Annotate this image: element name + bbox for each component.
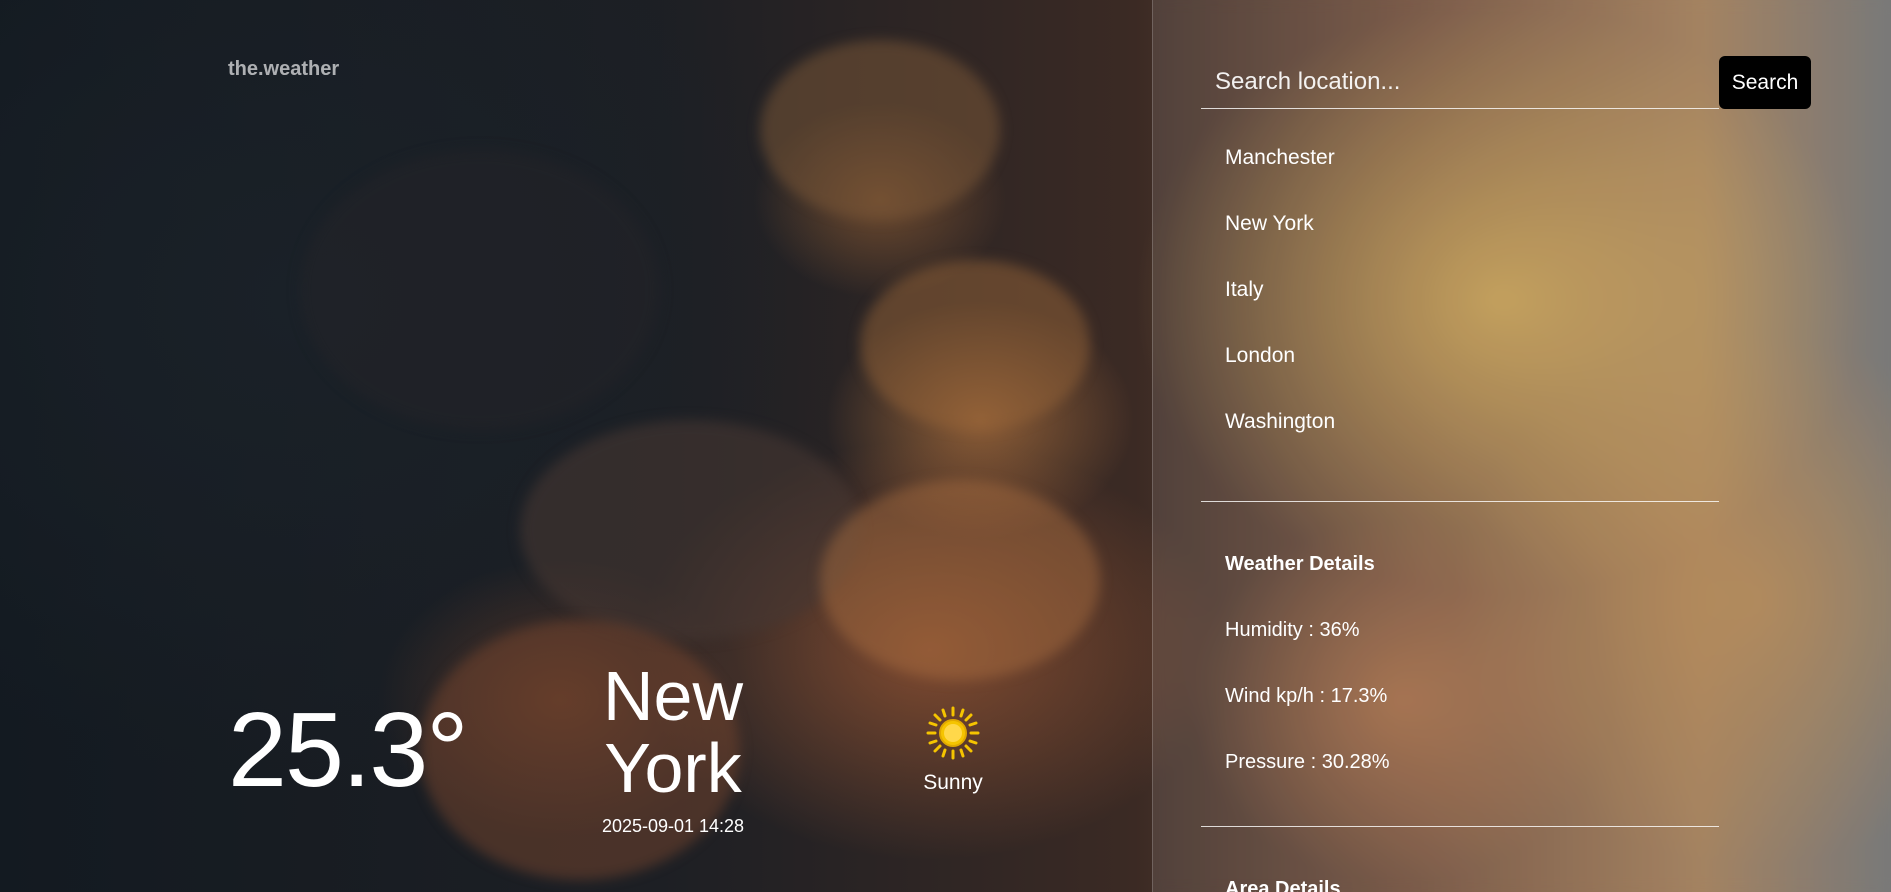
- temperature-value: 25.3°: [228, 691, 469, 809]
- search-button[interactable]: Search: [1719, 56, 1811, 109]
- humidity-detail: Humidity : 36%: [1225, 619, 1360, 641]
- divider: [1201, 826, 1719, 827]
- cloud-shape: [300, 150, 660, 430]
- sun-icon: [926, 706, 980, 760]
- condition-block: Sunny: [908, 705, 998, 795]
- city-name: New York: [602, 657, 744, 807]
- search-input[interactable]: [1201, 55, 1719, 109]
- pressure-detail: Pressure : 30.28%: [1225, 751, 1390, 773]
- cloud-shape: [520, 420, 860, 640]
- weather-details-list: Humidity : 36% Wind kp/h : 17.3% Pressur…: [1225, 619, 1390, 817]
- location-item-london[interactable]: London: [1225, 344, 1335, 410]
- cloud-shape: [860, 260, 1090, 430]
- location-item-manchester[interactable]: Manchester: [1225, 146, 1335, 212]
- location-block: New York 2025-09-01 14:28: [583, 660, 763, 837]
- location-item-washington[interactable]: Washington: [1225, 410, 1335, 476]
- condition-text: Sunny: [923, 771, 983, 794]
- app-logo: the.weather: [228, 58, 340, 80]
- location-item-new-york[interactable]: New York: [1225, 212, 1335, 278]
- search-bar: Search: [1201, 55, 1811, 111]
- date-time: 2025-09-01 14:28: [601, 816, 745, 836]
- divider: [1201, 501, 1719, 502]
- cloud-shape: [820, 480, 1100, 680]
- location-item-italy[interactable]: Italy: [1225, 278, 1335, 344]
- cloud-shape: [760, 40, 1000, 220]
- area-details-title: Area Details: [1225, 878, 1341, 892]
- recent-locations-list: Manchester New York Italy London Washing…: [1225, 146, 1335, 476]
- wind-detail: Wind kp/h : 17.3%: [1225, 685, 1388, 707]
- weather-app: the.weather 25.3° New York 2025-09-01 14…: [0, 0, 1891, 892]
- weather-details-title: Weather Details: [1225, 553, 1375, 575]
